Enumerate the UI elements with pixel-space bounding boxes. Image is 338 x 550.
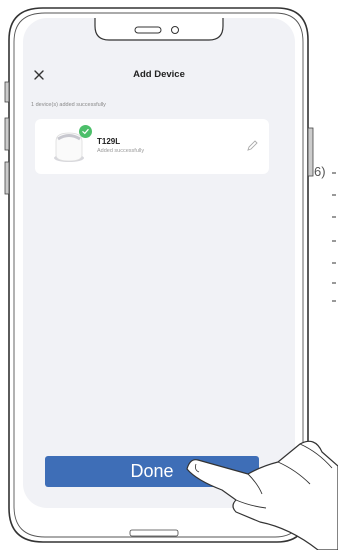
step-number: 6) (314, 164, 326, 179)
pencil-icon (247, 140, 258, 151)
device-card[interactable]: T129L Added successfully (35, 119, 269, 174)
device-status: Added successfully (97, 148, 145, 154)
check-badge-icon (79, 125, 92, 138)
success-message: 1 device(s) added successfully (31, 102, 106, 108)
page-title: Add Device (133, 69, 185, 80)
app-screen: Add Device 1 device(s) added successfull… (23, 18, 295, 508)
manual-illustration: Add Device 1 device(s) added successfull… (0, 0, 338, 550)
cropped-instruction-text (332, 172, 336, 302)
notch (94, 18, 224, 41)
edit-button[interactable] (245, 139, 259, 153)
done-button[interactable]: Done (45, 456, 259, 487)
device-name: T129L (97, 137, 121, 146)
